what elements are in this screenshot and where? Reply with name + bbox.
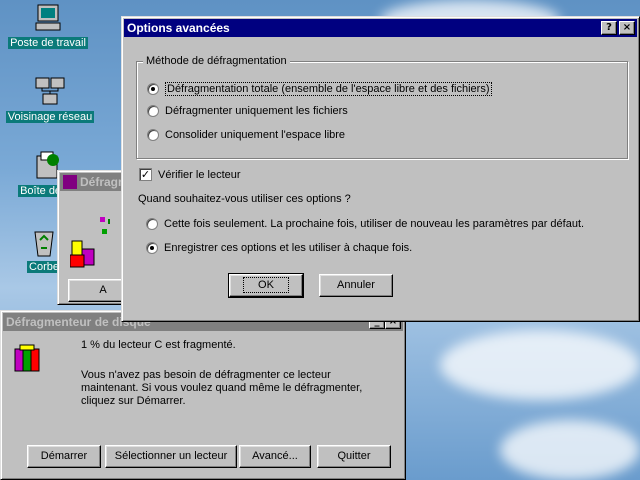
desktop-icon-label: Corbe — [27, 261, 61, 273]
radio-button[interactable] — [147, 105, 159, 117]
sky-cloud — [440, 330, 640, 400]
ok-button[interactable]: OK — [228, 273, 304, 298]
method-legend: Méthode de défragmentation — [143, 55, 290, 67]
method-groupbox: Méthode de défragmentation Défragmentati… — [136, 55, 628, 159]
desktop-icon-my-computer[interactable]: Poste de travail — [0, 2, 96, 49]
radio-label: Défragmentation totale (ensemble de l'es… — [165, 82, 492, 96]
radio-label: Cette fois seulement. La prochaine fois,… — [164, 218, 585, 230]
advanced-options-dialog: Options avancées ? × Méthode de défragme… — [121, 16, 640, 322]
radio-button[interactable] — [147, 83, 159, 95]
fragmentation-status: 1 % du lecteur C est fragmenté. — [81, 339, 236, 351]
sky-cloud — [500, 420, 640, 480]
dialog-titlebar[interactable]: Options avancées ? × — [124, 19, 637, 37]
defrag-app-icon — [63, 175, 77, 189]
defrag-message: Vous n'avez pas besoin de défragmenter c… — [81, 369, 362, 408]
desktop-icon-label: Poste de travail — [8, 37, 88, 49]
computer-icon — [32, 2, 64, 34]
start-button[interactable]: Démarrer — [27, 445, 101, 468]
message-line: Vous n'avez pas besoin de défragmenter c… — [81, 369, 331, 381]
defrag-app-icon — [11, 343, 43, 375]
radio-free-space-only[interactable]: Consolider uniquement l'espace libre — [147, 129, 345, 141]
help-button[interactable]: ? — [601, 21, 617, 35]
radio-button[interactable] — [146, 242, 158, 254]
defrag-pieces-icon — [69, 211, 112, 271]
checkbox[interactable]: ✓ — [139, 168, 152, 181]
network-icon — [34, 76, 66, 108]
cancel-button[interactable]: Annuler — [319, 274, 393, 297]
defrag-window: Défragmenteur de disque _ × 1 % du lecte… — [0, 310, 406, 480]
message-line: cliquez sur Démarrer. — [81, 395, 186, 407]
radio-this-time-only[interactable]: Cette fois seulement. La prochaine fois,… — [146, 218, 584, 230]
radio-label: Défragmenter uniquement les fichiers — [165, 105, 348, 117]
quit-button[interactable]: Quitter — [317, 445, 391, 468]
radio-save-options[interactable]: Enregistrer ces options et les utiliser … — [146, 242, 412, 254]
radio-full-defrag[interactable]: Défragmentation totale (ensemble de l'es… — [147, 82, 492, 96]
radio-button[interactable] — [147, 129, 159, 141]
message-line: maintenant. Si vous voulez quand même le… — [81, 382, 363, 394]
radio-button[interactable] — [146, 218, 158, 230]
dialog-title: Options avancées — [127, 21, 230, 35]
desktop-icon-network[interactable]: Voisinage réseau — [2, 76, 98, 123]
radio-label: Enregistrer ces options et les utiliser … — [164, 242, 413, 254]
close-button[interactable]: × — [619, 21, 635, 35]
desktop-icon-label: Voisinage réseau — [5, 111, 95, 123]
check-drive-checkbox[interactable]: ✓ Vérifier le lecteur — [139, 168, 241, 181]
advanced-button[interactable]: Avancé... — [239, 445, 311, 468]
recycle-bin-icon — [28, 226, 60, 258]
checkbox-label: Vérifier le lecteur — [158, 168, 241, 181]
radio-label: Consolider uniquement l'espace libre — [165, 129, 346, 141]
select-drive-button[interactable]: Sélectionner un lecteur — [105, 445, 237, 468]
usage-question: Quand souhaitez-vous utiliser ces option… — [138, 193, 351, 205]
radio-files-only[interactable]: Défragmenter uniquement les fichiers — [147, 105, 348, 117]
